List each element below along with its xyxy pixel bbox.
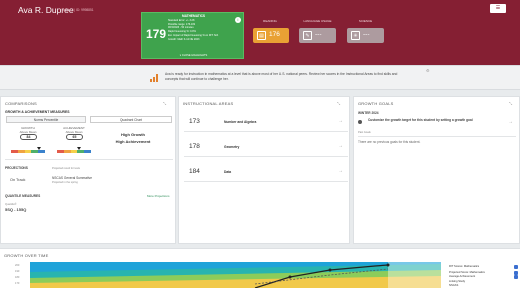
area-name: Geometry <box>224 145 240 149</box>
instructional-row[interactable]: 173 Number and Algebra → <box>184 112 348 132</box>
quantile-subtext: Quantile® <box>5 203 17 206</box>
science-score: --- <box>363 31 370 38</box>
reading-score-chip[interactable]: ▤ 176 <box>253 28 289 43</box>
growth-chart <box>30 262 441 288</box>
chevron-right-icon[interactable]: → <box>338 143 343 149</box>
expand-icon[interactable]: ⤡ <box>163 101 166 106</box>
projected-when: Projected in the spring <box>52 181 78 184</box>
instructional-title: INSTRUCTIONAL AREAS <box>183 101 234 106</box>
y-tick: 190 <box>15 270 20 273</box>
insight-text: Ava is ready for instruction in mathemat… <box>165 72 398 81</box>
math-details: Standard Error: +/- 3.28 Possible range:… <box>168 19 218 41</box>
area-name: Number and Algebra <box>224 120 257 124</box>
area-score: 184 <box>189 168 200 175</box>
area-name: Data <box>224 170 232 174</box>
projected-test: NSCAS General Summative <box>52 176 93 180</box>
tab-quadrant-chart[interactable]: Quadrant Chart <box>90 116 172 123</box>
area-score: 173 <box>189 118 200 125</box>
language-score-chip[interactable]: ✎ --- <box>299 28 336 43</box>
projections-label: PROJECTIONS <box>5 166 28 170</box>
customize-goal-link[interactable]: Customize the growth target for this stu… <box>368 118 498 123</box>
math-detail-line: Growth: Math K-12 NE 2023 <box>168 37 200 41</box>
chevron-right-icon[interactable]: → <box>338 118 343 124</box>
instructional-row[interactable]: 184 Data → <box>184 162 348 182</box>
past-goals-label: Past Goals <box>358 131 371 134</box>
reading-score: 176 <box>269 31 280 38</box>
area-score: 178 <box>189 143 200 150</box>
atom-icon: ✳ <box>351 31 360 40</box>
no-goals-text: There are no previous goals for this stu… <box>358 140 421 144</box>
science-score-chip[interactable]: ✳ --- <box>347 28 384 43</box>
comparisons-title: COMPARISONS <box>5 101 37 106</box>
expand-icon[interactable]: ⤡ <box>337 101 340 106</box>
insight-message: Ava is ready for instruction in mathemat… <box>0 65 520 90</box>
gear-icon[interactable]: ⚙ <box>426 68 430 73</box>
growth-percentile-bar <box>11 150 45 153</box>
goal-season: WINTER 2024 <box>358 111 379 115</box>
legend-projected: Projected Score: Mathematics <box>449 271 485 274</box>
legend-nscas: NSCAS <box>449 284 459 287</box>
legend-average: Average Achievement <box>449 275 476 278</box>
y-tick: 170 <box>15 282 20 285</box>
quadrant-growth: High Growth <box>121 132 145 137</box>
growth-over-time-title: GROWTH OVER TIME <box>4 253 49 258</box>
achievement-percentile-bar <box>57 150 91 153</box>
book-icon: ▤ <box>257 31 266 40</box>
math-score: 179 <box>146 27 167 41</box>
instructional-areas-panel: INSTRUCTIONAL AREAS ⤡ 173 Number and Alg… <box>178 96 350 244</box>
bar-chart-icon <box>150 74 160 82</box>
projections-subtext: Projected result for tests <box>52 167 80 170</box>
growth-chart-legend: RIT Scores: Mathematics Projected Score:… <box>449 260 519 288</box>
reading-label: READING <box>263 19 277 23</box>
y-tick: 200 <box>15 264 20 267</box>
math-score-card[interactable]: MATHEMATICS 179 Standard Error: +/- 3.28… <box>141 12 244 59</box>
achievement-percentile: 65 <box>66 134 83 140</box>
language-score: --- <box>315 31 322 38</box>
growth-marker <box>37 147 41 150</box>
chevron-right-icon[interactable]: → <box>338 168 343 174</box>
growth-percentile: 84 <box>20 134 37 140</box>
on-track-status: On Track <box>10 178 26 182</box>
growth-goals-panel: GROWTH GOALS ⤡ WINTER 2024 Customize the… <box>353 96 520 244</box>
legend-checkbox[interactable] <box>514 265 518 269</box>
tab-norms-percentile[interactable]: Norms Percentile <box>6 116 86 123</box>
goal-bullet-icon <box>358 120 362 124</box>
expand-icon[interactable]: ⤡ <box>509 101 512 106</box>
goals-title: GROWTH GOALS <box>358 101 394 106</box>
student-header: Ava R. Dupree Grade 3 | ID: 9998851 ☰ MA… <box>0 0 520 68</box>
science-label: SCIENCE <box>358 19 373 23</box>
achievement-marker <box>77 147 81 150</box>
growth-chart-svg <box>30 262 441 288</box>
legend-checkbox[interactable] <box>514 275 518 279</box>
comparisons-panel: COMPARISONS ⤡ GROWTH & ACHIEVEMENT MEASU… <box>0 96 176 244</box>
more-projections-link[interactable]: More Projections <box>147 194 170 198</box>
quantile-label: QUANTILE MEASURES <box>5 194 41 198</box>
close-highlights-link[interactable]: ▾ CLOSE HIGHLIGHTS <box>142 54 245 57</box>
legend-rit-scores: RIT Scores: Mathematics <box>449 265 480 268</box>
measures-subtitle: GROWTH & ACHIEVEMENT MEASURES <box>5 110 70 114</box>
y-tick: 180 <box>15 276 20 279</box>
menu-icon[interactable]: ☰ <box>490 4 506 13</box>
chevron-right-icon[interactable]: → <box>508 119 513 125</box>
quadrant-achievement: High Achievement <box>115 139 151 144</box>
pencil-icon: ✎ <box>303 31 312 40</box>
student-grade-info: Grade 3 | ID: 9998851 <box>62 8 94 12</box>
info-icon[interactable]: i <box>235 17 241 23</box>
math-title: MATHEMATICS <box>181 14 206 18</box>
quantile-value: 5SQ - 155Q <box>5 207 27 212</box>
legend-linking-study: Linking Study <box>449 280 466 283</box>
math-detail-line: Est. Impact of Rapid Guessing % on RIT: … <box>168 33 219 37</box>
language-label: LANGUAGE USAGE <box>303 19 332 23</box>
instructional-row[interactable]: 178 Geometry → <box>184 137 348 157</box>
